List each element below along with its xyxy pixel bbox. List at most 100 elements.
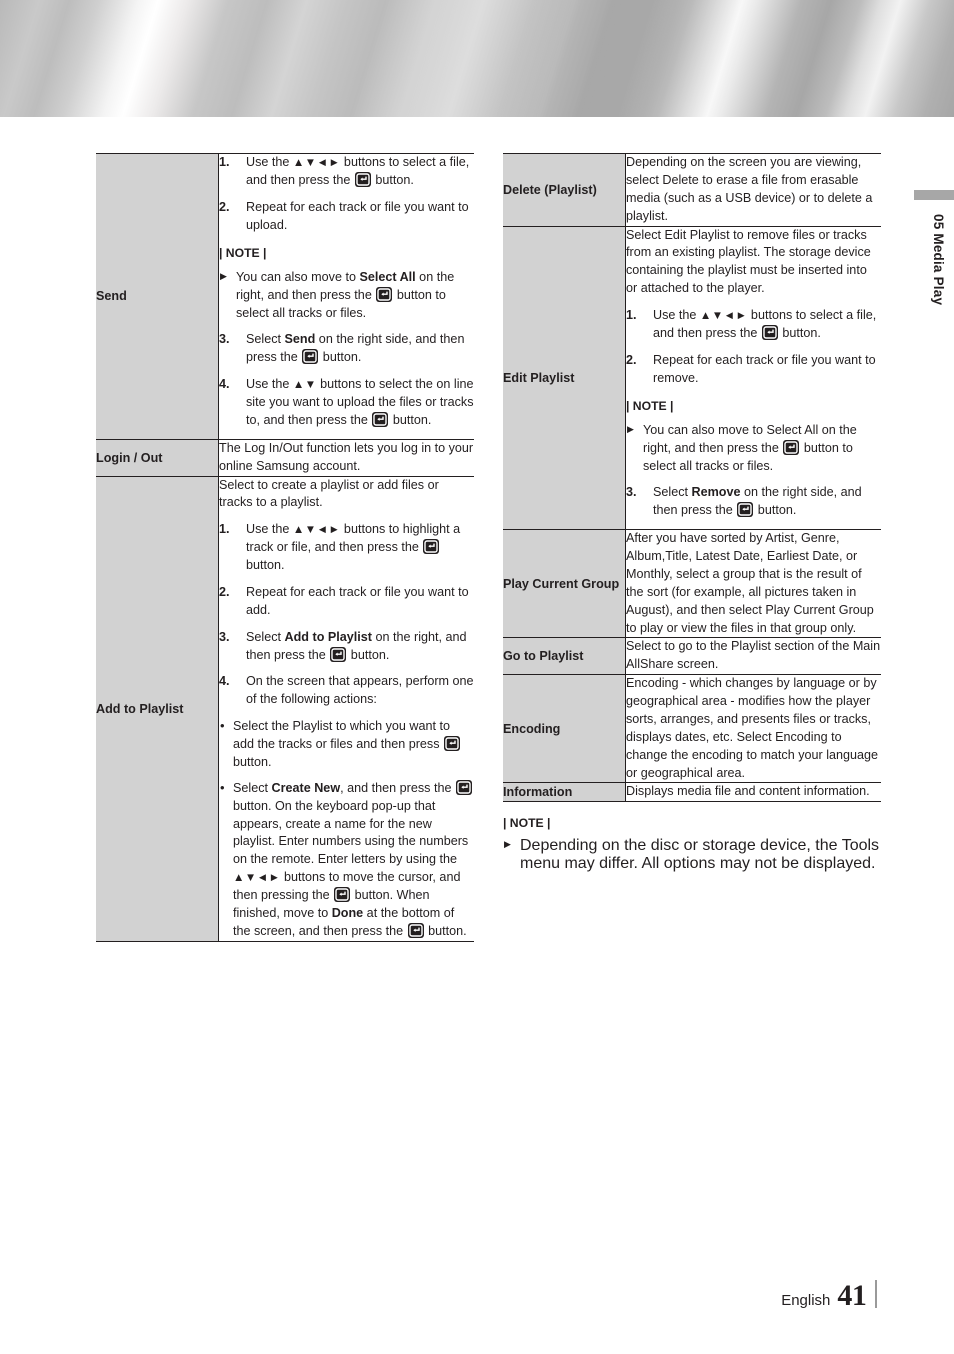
bullet-text-post: button. bbox=[233, 754, 272, 769]
enter-button-icon bbox=[334, 887, 351, 903]
tools-options-table-right: Delete (Playlist) Depending on the scree… bbox=[503, 153, 881, 803]
table-row: Go to Playlist Select to go to the Playl… bbox=[503, 637, 881, 675]
table-row: Send 1. Use the ▲▼◄► buttons to select a … bbox=[96, 153, 474, 440]
step-text-post: button. bbox=[347, 647, 390, 662]
chapter-tab-label: 05 Media Play bbox=[931, 214, 946, 305]
enter-button-icon bbox=[423, 539, 440, 555]
step-number: 4. bbox=[219, 674, 230, 689]
page-header-banner bbox=[0, 0, 954, 117]
chapter-number: 05 bbox=[931, 214, 946, 230]
chapter-tab-marker bbox=[914, 190, 954, 200]
note-text: You can also move to bbox=[236, 269, 360, 284]
list-item: 1. Use the ▲▼◄► buttons to select a file,… bbox=[219, 154, 474, 190]
row-label-send: Send bbox=[96, 153, 219, 440]
table-row: Login / Out The Log In/Out function lets… bbox=[96, 438, 474, 477]
enter-button-icon bbox=[444, 736, 461, 752]
step-list-continued: 3. Select Send on the right side, and the… bbox=[219, 331, 474, 429]
body-text: After you have sorted by Artist, Genre, … bbox=[626, 531, 874, 635]
arrow-buttons-icon: ▲▼◄► bbox=[233, 872, 281, 885]
step-text: Use the bbox=[246, 522, 293, 537]
list-item: ▶ Depending on the disc or storage device… bbox=[503, 837, 893, 873]
step-list: 1. Use the ▲▼◄► buttons to select a file,… bbox=[219, 154, 474, 235]
row-label-login-out: Login / Out bbox=[96, 438, 219, 477]
body-text: The Log In/Out function lets you log in … bbox=[219, 440, 474, 473]
enter-button-icon bbox=[376, 286, 393, 302]
row-label-delete-playlist: Delete (Playlist) bbox=[503, 153, 626, 226]
row-body-play-current-group: After you have sorted by Artist, Genre, … bbox=[625, 529, 881, 638]
step-text: Repeat for each track or file you want t… bbox=[246, 199, 469, 232]
list-item: • Select the Playlist to which you want t… bbox=[219, 718, 474, 772]
step-number: 2. bbox=[219, 199, 230, 214]
enter-button-icon bbox=[354, 171, 371, 187]
footer-rule bbox=[875, 1280, 877, 1308]
row-body-add-to-playlist: Select to create a playlist or add files… bbox=[218, 475, 474, 942]
banner-sheen bbox=[0, 0, 954, 117]
body-intro: Select to create a playlist or add files… bbox=[219, 477, 439, 510]
enter-button-icon bbox=[455, 779, 472, 795]
list-item: 3. Select Add to Playlist on the right, a… bbox=[219, 629, 474, 665]
step-text: Use the bbox=[653, 308, 700, 322]
list-item: ▶ You can also move to Select All on the … bbox=[626, 422, 881, 476]
enter-button-icon bbox=[737, 502, 754, 518]
arrow-buttons-icon: ▲▼◄► bbox=[292, 157, 341, 169]
step-number: 2. bbox=[219, 584, 230, 599]
row-body-go-to-playlist: Select to go to the Playlist section of … bbox=[625, 637, 881, 675]
step-list: 1. Use the ▲▼◄► buttons to select a file,… bbox=[626, 307, 881, 388]
triangle-bullet-icon: ▶ bbox=[627, 423, 634, 434]
step-text: Select bbox=[246, 332, 285, 347]
page-footer: English 41 bbox=[781, 1277, 877, 1313]
step-text: Select bbox=[246, 629, 285, 644]
list-item: 4. On the screen that appears, perform on… bbox=[219, 673, 474, 709]
body-text: Select to go to the Playlist section of … bbox=[626, 639, 881, 672]
list-item: 2. Repeat for each track or file you want… bbox=[626, 352, 881, 388]
row-body-information: Displays media file and content informat… bbox=[625, 782, 881, 803]
tools-options-table-left: Send 1. Use the ▲▼◄► buttons to select a … bbox=[96, 153, 474, 942]
list-item: ▶ You can also move to Select All on the … bbox=[219, 269, 474, 323]
body-text: Displays media file and content informat… bbox=[626, 784, 870, 799]
triangle-bullet-icon: ▶ bbox=[504, 839, 511, 850]
step-text: On the screen that appears, perform one … bbox=[246, 674, 474, 707]
step-number: 1. bbox=[626, 308, 637, 322]
enter-button-icon bbox=[372, 411, 389, 427]
bullet-text-mid: , and then press the bbox=[340, 780, 455, 795]
row-label-information: Information bbox=[503, 782, 626, 803]
note-list: ▶ You can also move to Select All on the … bbox=[219, 269, 474, 323]
row-body-edit-playlist: Select Edit Playlist to remove files or … bbox=[625, 225, 881, 530]
bullet-dot-icon: • bbox=[220, 779, 225, 795]
step-list-continued: 3. Select Remove on the right side, and t… bbox=[626, 484, 881, 520]
step-text: Repeat for each track or file you want t… bbox=[653, 352, 876, 385]
body-text: Depending on the screen you are viewing,… bbox=[626, 155, 873, 223]
bullet-text: Select the Playlist to which you want to… bbox=[233, 719, 451, 752]
table-row: Information Displays media file and cont… bbox=[503, 782, 881, 803]
list-item: 3. Select Remove on the right side, and t… bbox=[626, 484, 881, 520]
bullet-text-post: button. bbox=[424, 923, 467, 938]
step-number: 4. bbox=[219, 377, 230, 392]
step-text: Repeat for each track or file you want t… bbox=[246, 584, 469, 617]
enter-button-icon bbox=[761, 324, 778, 340]
table-row: Edit Playlist Select Edit Playlist to re… bbox=[503, 225, 881, 530]
note-heading: | NOTE | bbox=[219, 245, 267, 260]
row-body-send: 1. Use the ▲▼◄► buttons to select a file,… bbox=[218, 153, 474, 440]
step-text: Select bbox=[653, 485, 692, 500]
row-body-login-out: The Log In/Out function lets you log in … bbox=[218, 438, 474, 477]
step-number: 1. bbox=[219, 155, 230, 169]
table-row: Play Current Group After you have sorted… bbox=[503, 529, 881, 638]
table-row: Delete (Playlist) Depending on the scree… bbox=[503, 153, 881, 226]
footer-page-number: 41 bbox=[837, 1279, 867, 1312]
list-item: 2. Repeat for each track or file you want… bbox=[219, 584, 474, 620]
step-number: 3. bbox=[219, 332, 230, 347]
bullet-bold: Create New bbox=[271, 780, 341, 795]
note-heading: | NOTE | bbox=[626, 398, 674, 413]
note-text: Depending on the disc or storage device,… bbox=[520, 837, 880, 873]
list-item: 4. Use the ▲▼ buttons to select the on li… bbox=[219, 376, 474, 430]
left-column: Send 1. Use the ▲▼◄► buttons to select a … bbox=[96, 153, 474, 942]
step-number: 3. bbox=[626, 485, 637, 500]
note-bold: Select All bbox=[359, 269, 416, 284]
note-list: ▶ You can also move to Select All on the … bbox=[626, 422, 881, 476]
step-text-post: button. bbox=[319, 350, 362, 365]
triangle-bullet-icon: ▶ bbox=[220, 270, 227, 281]
row-body-delete-playlist: Depending on the screen you are viewing,… bbox=[625, 153, 881, 226]
enter-button-icon bbox=[302, 349, 319, 365]
row-label-add-to-playlist: Add to Playlist bbox=[96, 475, 219, 942]
step-text-post: button. bbox=[754, 503, 797, 518]
